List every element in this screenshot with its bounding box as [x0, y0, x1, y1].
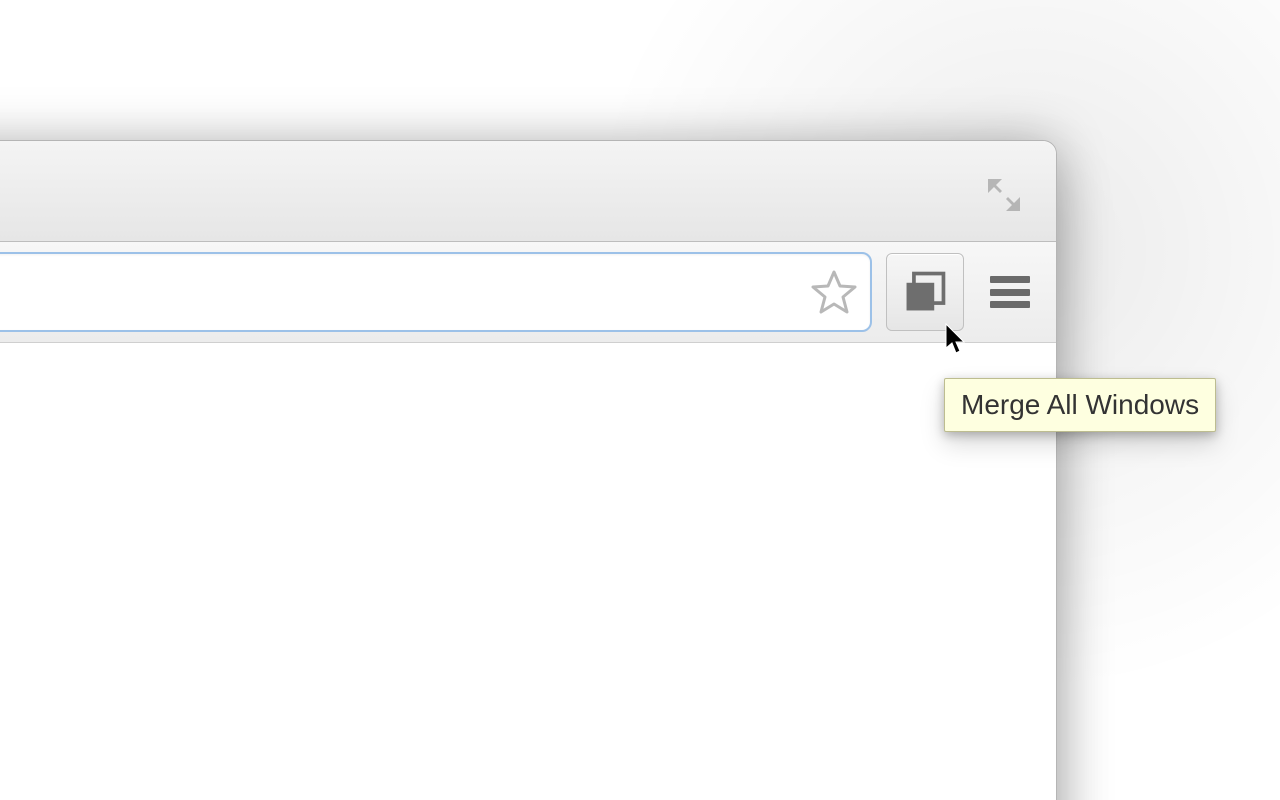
window-titlebar — [0, 141, 1056, 242]
enter-fullscreen-icon[interactable] — [984, 175, 1024, 215]
hamburger-icon — [990, 276, 1030, 308]
browser-window — [0, 140, 1057, 800]
merge-windows-button[interactable] — [886, 253, 964, 331]
chrome-menu-button[interactable] — [972, 254, 1048, 330]
address-bar[interactable] — [0, 252, 872, 332]
bookmark-star-icon[interactable] — [810, 268, 858, 316]
address-input[interactable] — [0, 276, 810, 308]
tooltip-text: Merge All Windows — [961, 389, 1199, 420]
tooltip: Merge All Windows — [944, 378, 1216, 432]
merge-windows-icon — [901, 268, 949, 316]
page-content — [0, 343, 1056, 800]
browser-toolbar — [0, 242, 1056, 343]
